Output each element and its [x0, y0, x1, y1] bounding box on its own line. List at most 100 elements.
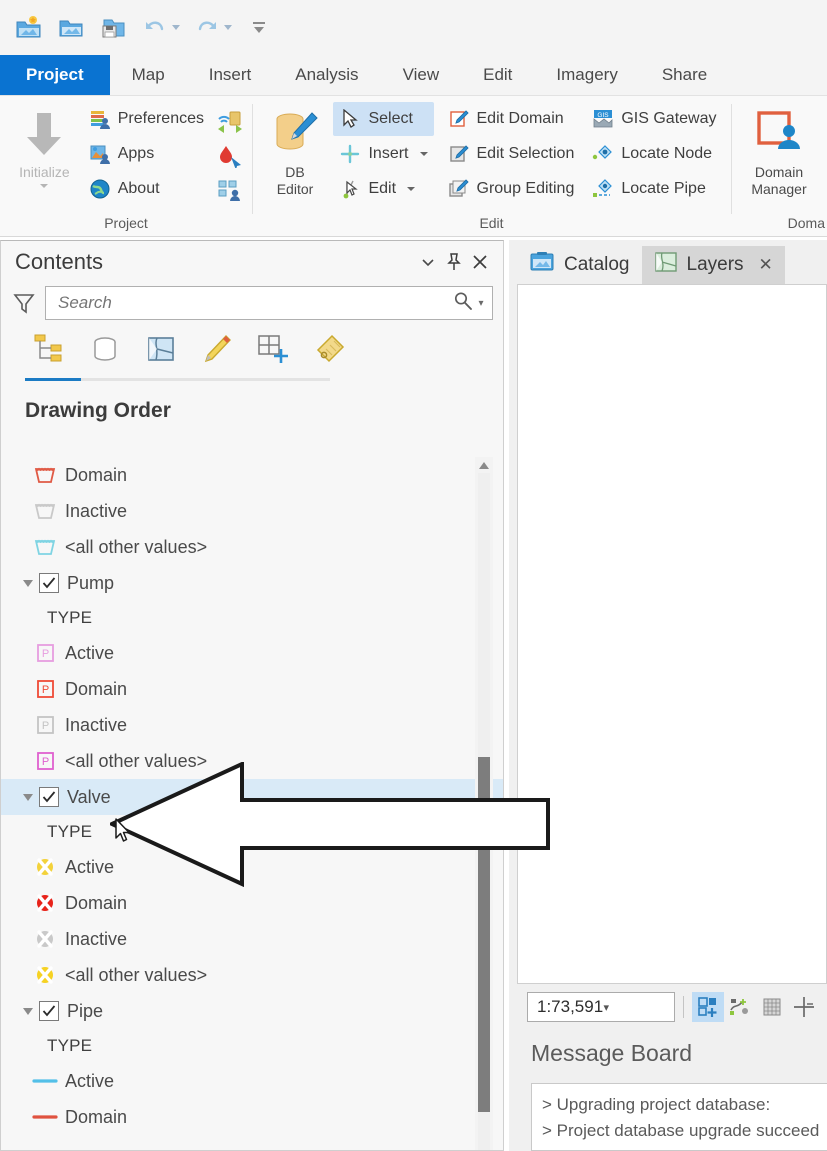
- insert-dropdown-caret-icon[interactable]: [419, 152, 428, 156]
- legend-class-row[interactable]: <all other values>: [1, 529, 503, 565]
- svg-text:P: P: [42, 684, 49, 696]
- message-board-log[interactable]: > Upgrading project database: > Project …: [531, 1083, 827, 1151]
- legend-class-row[interactable]: Inactive: [1, 493, 503, 529]
- select-button[interactable]: Select: [333, 102, 434, 136]
- tab-layers[interactable]: Layers ✕: [641, 246, 785, 284]
- ribbon-tab-insert[interactable]: Insert: [187, 55, 274, 95]
- scrollbar-thumb[interactable]: [478, 757, 490, 1112]
- legend-class-row[interactable]: <all other values>: [1, 957, 503, 993]
- open-project-icon[interactable]: [52, 9, 90, 47]
- ribbon-tab-map[interactable]: Map: [110, 55, 187, 95]
- legend-class-label: Inactive: [65, 928, 128, 949]
- save-project-icon[interactable]: [94, 9, 132, 47]
- legend-class-row[interactable]: Inactive: [1, 921, 503, 957]
- menu-chevron-icon[interactable]: [415, 249, 441, 275]
- new-project-icon[interactable]: [10, 9, 48, 47]
- locate-node-button[interactable]: Locate Node: [586, 137, 722, 171]
- drawing-order-tab[interactable]: [29, 327, 69, 371]
- labeling-tab[interactable]: [309, 327, 349, 371]
- select-features-icon[interactable]: [724, 992, 756, 1022]
- expand-collapse-icon[interactable]: [21, 1007, 35, 1015]
- legend-class-row[interactable]: P Inactive: [1, 707, 503, 743]
- ribbon-tab-project[interactable]: Project: [0, 55, 110, 95]
- edit-dropdown-caret-icon[interactable]: [407, 187, 416, 191]
- search-box[interactable]: ▾: [45, 286, 493, 320]
- initialize-label: Initialize: [19, 164, 70, 180]
- customize-icon[interactable]: [240, 9, 278, 47]
- redo-icon[interactable]: [188, 9, 226, 47]
- scale-dropdown-caret-icon[interactable]: ▾: [604, 1001, 671, 1014]
- db-editor-button[interactable]: DB Editor: [261, 102, 330, 198]
- edit-domain-button[interactable]: Edit Domain: [442, 102, 581, 136]
- legend-class-row[interactable]: Domain: [1, 457, 503, 493]
- db-editor-icon: [271, 106, 319, 164]
- legend-class-label: <all other values>: [65, 964, 208, 985]
- tab-catalog[interactable]: Catalog: [517, 246, 642, 284]
- add-data-icon[interactable]: [692, 992, 724, 1022]
- insert-button[interactable]: Insert: [333, 137, 433, 171]
- symbology-field-label: TYPE: [1, 601, 503, 635]
- scroll-up-arrow-icon[interactable]: [475, 457, 493, 473]
- search-icon[interactable]: [452, 290, 474, 317]
- contents-header: Contents: [1, 241, 503, 283]
- data-source-tab[interactable]: [85, 327, 125, 371]
- ribbon-tab-share[interactable]: Share: [640, 55, 729, 95]
- ribbon-tab-analysis[interactable]: Analysis: [273, 55, 380, 95]
- layer-row-pump[interactable]: Pump: [1, 565, 503, 601]
- legend-class-row[interactable]: P Active: [1, 635, 503, 671]
- pin-icon[interactable]: [441, 249, 467, 275]
- gis-gateway-label: GIS Gateway: [621, 110, 717, 127]
- grid-icon[interactable]: [756, 992, 788, 1022]
- ribbon-tab-imagery[interactable]: Imagery: [534, 55, 639, 95]
- about-button[interactable]: About: [83, 172, 210, 206]
- legend-class-row[interactable]: Active: [1, 1063, 503, 1099]
- ribbon-tab-edit[interactable]: Edit: [461, 55, 534, 95]
- ribbon-tab-view[interactable]: View: [381, 55, 462, 95]
- initialize-button[interactable]: Initialize: [8, 102, 81, 188]
- edit-button[interactable]: Edit: [333, 172, 433, 206]
- water-drop-icon[interactable]: [216, 142, 244, 170]
- apps-button[interactable]: Apps: [83, 137, 210, 171]
- gis-gateway-icon: GIS: [592, 108, 614, 130]
- map-canvas[interactable]: [517, 284, 827, 984]
- domain-manager-button[interactable]: Domain Manager: [739, 102, 819, 198]
- undo-icon[interactable]: [136, 9, 174, 47]
- search-dropdown-caret-icon[interactable]: ▾: [474, 298, 488, 309]
- initialize-dropdown-caret-icon[interactable]: [40, 184, 49, 188]
- expand-collapse-icon[interactable]: [21, 579, 35, 587]
- layers-close-icon[interactable]: ✕: [759, 255, 773, 275]
- group-editing-button[interactable]: Group Editing: [442, 172, 581, 206]
- legend-class-row[interactable]: P <all other values>: [1, 743, 503, 779]
- legend-class-row[interactable]: Active: [1, 849, 503, 885]
- valve-symbol-icon: [25, 891, 65, 915]
- scale-combo[interactable]: 1:73,591 ▾: [527, 992, 675, 1022]
- search-input[interactable]: [56, 292, 452, 314]
- crosshair-icon[interactable]: [788, 992, 820, 1022]
- legend-class-row[interactable]: Domain: [1, 1099, 503, 1135]
- snapping-tab[interactable]: [253, 327, 293, 371]
- undo-dropdown-caret-icon[interactable]: [172, 25, 180, 30]
- legend-class-row[interactable]: P Domain: [1, 671, 503, 707]
- locate-pipe-button[interactable]: Locate Pipe: [586, 172, 722, 206]
- connect-icon[interactable]: [216, 108, 244, 136]
- ribbon-group-edit: DB Editor Select Insert Edit Edit Domain…: [253, 96, 731, 236]
- close-icon[interactable]: [467, 249, 493, 275]
- layer-visibility-checkbox[interactable]: [39, 1001, 59, 1021]
- editing-tab[interactable]: [197, 327, 237, 371]
- legend-class-row[interactable]: Domain: [1, 885, 503, 921]
- message-line: > Upgrading project database:: [542, 1095, 771, 1114]
- preferences-button[interactable]: Preferences: [83, 102, 210, 136]
- layer-row-valve[interactable]: Valve: [1, 779, 503, 815]
- edit-selection-button[interactable]: Edit Selection: [442, 137, 581, 171]
- network-settings-icon[interactable]: [216, 176, 244, 204]
- selection-tab[interactable]: [141, 327, 181, 371]
- layer-visibility-checkbox[interactable]: [39, 787, 59, 807]
- gis-gateway-button[interactable]: GIS GIS Gateway: [586, 102, 722, 136]
- svg-text:P: P: [42, 648, 49, 660]
- layer-row-pipe[interactable]: Pipe: [1, 993, 503, 1029]
- layer-visibility-checkbox[interactable]: [39, 573, 59, 593]
- expand-collapse-icon[interactable]: [21, 793, 35, 801]
- filter-funnel-icon[interactable]: [9, 291, 39, 315]
- contents-scrollbar[interactable]: [475, 457, 493, 1150]
- redo-dropdown-caret-icon[interactable]: [224, 25, 232, 30]
